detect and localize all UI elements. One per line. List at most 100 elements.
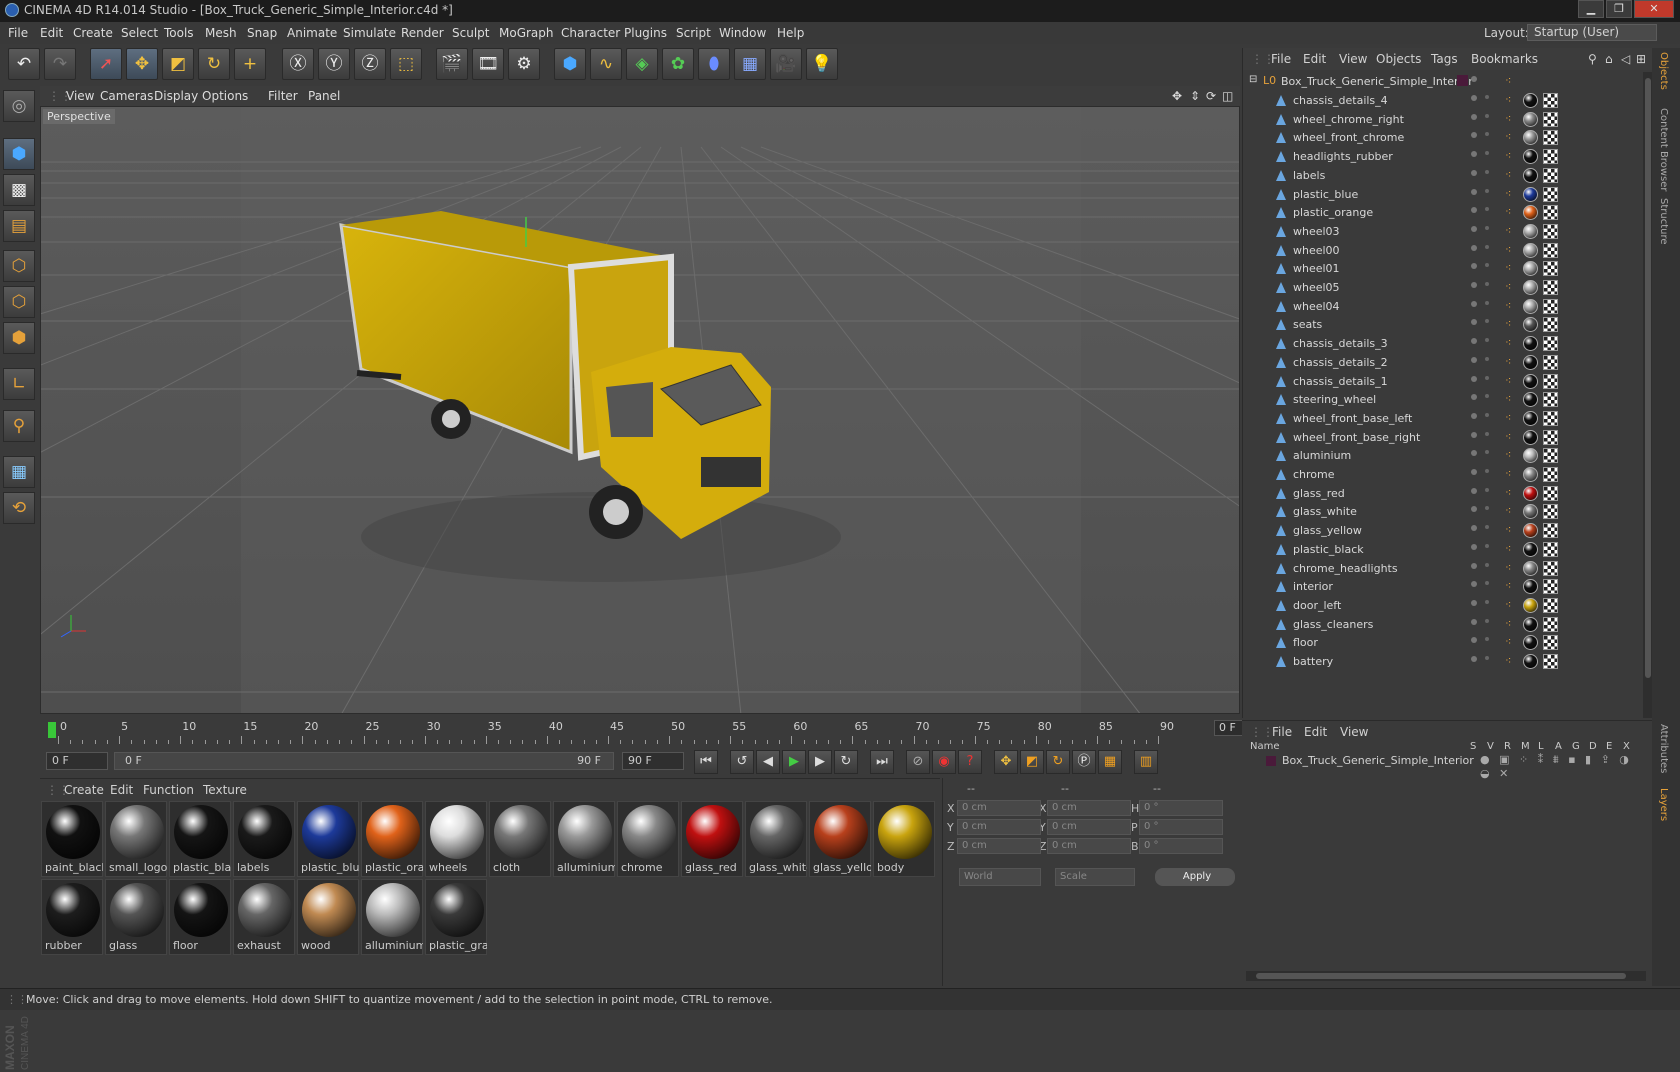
uvw-tag-icon[interactable] <box>1543 392 1558 408</box>
z-axis-lock-icon[interactable]: Ⓩ <box>354 48 386 80</box>
size-field[interactable]: 0 cm <box>1047 838 1131 854</box>
layer-column-header[interactable]: G <box>1572 741 1580 752</box>
material-swatch[interactable]: small_logo <box>105 801 167 877</box>
object-row[interactable]: battery ⁖ <box>1243 652 1643 672</box>
render-visibility-dot[interactable] <box>1485 412 1489 417</box>
uvw-tag-icon[interactable] <box>1543 223 1558 239</box>
object-row[interactable]: chassis_details_2 ⁖ <box>1243 353 1643 373</box>
render-view-icon[interactable]: 🎬 <box>436 48 468 80</box>
layers-menu-file[interactable]: File <box>1272 725 1292 739</box>
snap-icon[interactable]: ▦ <box>3 456 35 488</box>
layer-column-header[interactable]: V <box>1487 741 1494 752</box>
material-swatch[interactable]: floor <box>169 879 231 955</box>
editor-visibility-dot[interactable] <box>1471 300 1477 307</box>
minimize-button[interactable]: ▁ <box>1578 0 1604 18</box>
material-swatch[interactable]: glass_red <box>681 801 743 877</box>
viewport-menu-options[interactable]: Options <box>202 89 248 103</box>
material-tag-icon[interactable] <box>1523 149 1538 165</box>
menu-animate[interactable]: Animate <box>287 26 337 40</box>
object-row[interactable]: wheel_front_base_right ⁖ <box>1243 428 1643 448</box>
menu-simulate[interactable]: Simulate <box>343 26 396 40</box>
material-tag-icon[interactable] <box>1523 167 1538 183</box>
layout-select[interactable]: Startup (User) <box>1527 24 1657 41</box>
menu-help[interactable]: Help <box>777 26 804 40</box>
object-row[interactable]: floor ⁖ <box>1243 633 1643 653</box>
subdivision-surface-icon[interactable]: ◈ <box>626 48 658 80</box>
editor-visibility-dot[interactable] <box>1471 263 1477 270</box>
render-settings-icon[interactable]: ⚙ <box>508 48 540 80</box>
render-visibility-dot[interactable] <box>1485 169 1489 174</box>
render-visibility-dot[interactable] <box>1485 618 1489 623</box>
polygons-mode-icon[interactable]: ⬢ <box>3 322 35 354</box>
y-axis-lock-icon[interactable]: Ⓨ <box>318 48 350 80</box>
object-row[interactable]: wheel03 ⁖ <box>1243 222 1643 242</box>
material-tag-icon[interactable] <box>1523 410 1538 426</box>
render-visibility-dot[interactable] <box>1485 543 1489 548</box>
objects-menu-view[interactable]: View <box>1339 52 1367 66</box>
uvw-tag-icon[interactable] <box>1543 354 1558 370</box>
menu-create[interactable]: Create <box>73 26 113 40</box>
material-tag-icon[interactable] <box>1523 186 1538 202</box>
viewport-maximize-icon[interactable]: ◫ <box>1222 89 1233 103</box>
layer-column-header[interactable]: X <box>1623 741 1630 752</box>
render-visibility-dot[interactable] <box>1485 95 1489 99</box>
objects-menu-objects[interactable]: Objects <box>1376 52 1421 66</box>
coordinate-mode-select[interactable]: Scale <box>1055 868 1135 886</box>
object-row[interactable]: labels ⁖ <box>1243 166 1643 186</box>
playhead[interactable] <box>48 722 56 738</box>
scale-tool-icon[interactable]: ◩ <box>162 48 194 80</box>
layer-column-header[interactable]: D <box>1589 741 1597 752</box>
material-swatch[interactable]: plastic_orange <box>361 801 423 877</box>
material-tag-icon[interactable] <box>1523 280 1538 295</box>
uvw-tag-icon[interactable] <box>1543 541 1558 557</box>
record-position-icon[interactable]: ✥ <box>994 750 1018 774</box>
uvw-tag-icon[interactable] <box>1543 280 1558 295</box>
render-visibility-dot[interactable] <box>1485 300 1489 305</box>
menu-snap[interactable]: Snap <box>247 26 277 40</box>
object-row[interactable]: glass_cleaners ⁖ <box>1243 615 1643 635</box>
render-visibility-dot[interactable] <box>1485 431 1489 436</box>
material-swatch[interactable]: wheels <box>425 801 487 877</box>
objects-menu-edit[interactable]: Edit <box>1303 52 1326 66</box>
viewport-menu-display[interactable]: Display <box>154 89 198 103</box>
layer-column-header[interactable]: S <box>1470 741 1476 752</box>
object-row[interactable]: door_left ⁖ <box>1243 596 1643 616</box>
material-swatch[interactable]: wood <box>297 879 359 955</box>
editor-visibility-dot[interactable] <box>1471 450 1477 457</box>
object-row[interactable]: wheel_chrome_right ⁖ <box>1243 110 1643 130</box>
editor-visibility-dot[interactable] <box>1471 207 1477 214</box>
material-swatch[interactable]: glass <box>105 879 167 955</box>
menu-edit[interactable]: Edit <box>40 26 63 40</box>
uvw-tag-icon[interactable] <box>1543 560 1558 576</box>
render-visibility-dot[interactable] <box>1485 581 1489 586</box>
tweak-mode-icon[interactable]: ⚲ <box>3 410 35 442</box>
tab-structure[interactable]: Structure <box>1658 198 1669 245</box>
layer-row[interactable]: Box_Truck_Generic_Simple_Interior ● ▣ ⁘ … <box>1242 753 1650 780</box>
prev-frame-icon[interactable]: ◀ <box>756 750 780 774</box>
menu-script[interactable]: Script <box>676 26 711 40</box>
render-visibility-dot[interactable] <box>1485 207 1489 212</box>
object-row[interactable]: interior ⁖ <box>1243 577 1643 597</box>
editor-visibility-dot[interactable] <box>1471 95 1477 101</box>
position-field[interactable]: 0 cm <box>957 838 1041 854</box>
object-row[interactable]: headlights_rubber ⁖ <box>1243 147 1643 167</box>
uvw-tag-icon[interactable] <box>1543 242 1558 258</box>
material-tag-icon[interactable] <box>1523 223 1538 239</box>
material-tag-icon[interactable] <box>1523 448 1538 464</box>
spline-pen-icon[interactable]: ∿ <box>590 48 622 80</box>
render-visibility-dot[interactable] <box>1485 263 1489 268</box>
material-swatch[interactable]: rubber <box>41 879 103 955</box>
object-row[interactable]: plastic_black ⁖ <box>1243 540 1643 560</box>
uvw-tag-icon[interactable] <box>1543 261 1558 277</box>
object-row[interactable]: chrome_headlights ⁖ <box>1243 559 1643 579</box>
editor-visibility-dot[interactable] <box>1471 113 1477 120</box>
menu-mesh[interactable]: Mesh <box>205 26 237 40</box>
object-row[interactable]: plastic_orange ⁖ <box>1243 203 1643 223</box>
material-tag-icon[interactable] <box>1523 654 1538 669</box>
material-tag-icon[interactable] <box>1523 298 1538 314</box>
viewport-rotate-icon[interactable]: ⟳ <box>1206 89 1216 103</box>
material-swatch[interactable]: glass_yellow <box>809 801 871 877</box>
layers-menu-view[interactable]: View <box>1340 725 1368 739</box>
render-visibility-dot[interactable] <box>1485 244 1489 249</box>
new-view-icon[interactable]: ⊞ <box>1636 52 1646 66</box>
